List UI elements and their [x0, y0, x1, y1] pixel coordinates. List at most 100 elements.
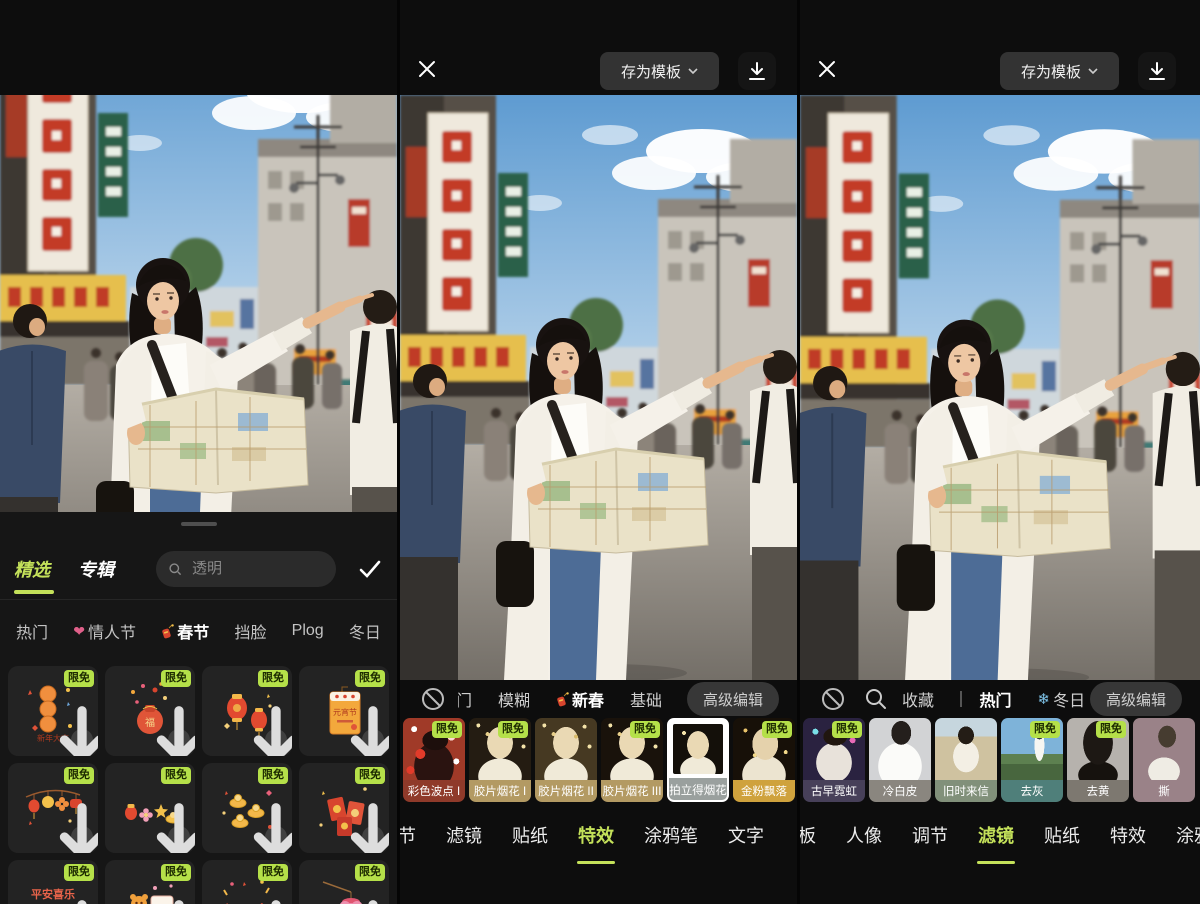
free-badge: 限免 — [355, 767, 385, 784]
sticker-item[interactable]: 限免 — [8, 763, 98, 853]
advanced-edit-button[interactable]: 高级编辑 — [1090, 682, 1182, 716]
download-icon[interactable] — [71, 826, 93, 848]
sticker-item[interactable]: 新年大吉 限免 — [8, 666, 98, 756]
sticker-item[interactable]: 限免 — [202, 666, 292, 756]
save-template-button[interactable]: 存为模板 — [600, 52, 719, 90]
sticker-search-box[interactable] — [156, 551, 336, 587]
sticker-cat-hot[interactable]: 热门 — [16, 619, 48, 643]
effect-thumb[interactable]: 胶片烟花 III限免 — [601, 718, 663, 802]
free-badge: 限免 — [762, 721, 792, 738]
photo-canvas[interactable] — [400, 95, 797, 680]
effect-thumbnails: 彩色波点 I限免 胶片烟花 I限免 胶片烟花 II 胶片烟花 III限免 拍立得… — [400, 718, 797, 804]
sticker-item[interactable]: 限免 — [202, 763, 292, 853]
sticker-cat-spring-festival[interactable]: 春节 — [161, 619, 209, 643]
download-icon[interactable] — [362, 729, 384, 751]
effect-thumb[interactable]: 彩色波点 I限免 — [403, 718, 465, 802]
free-badge: 限免 — [161, 670, 191, 687]
sticker-editor-panel: 精选 专辑 热门 ❤情人节 — [0, 0, 397, 904]
download-icon[interactable] — [168, 729, 190, 751]
effect-cat-newspring[interactable]: 新春 — [556, 687, 604, 711]
bottom-toolbar: 模板 人像 调节 滤镜 贴纸 特效 涂鸦笔 — [800, 818, 1200, 868]
filter-thumb[interactable]: 旧时来信 — [935, 718, 997, 802]
sticker-cat-winter[interactable]: 冬日 — [349, 619, 381, 643]
tab-doodle[interactable]: 涂鸦笔 — [644, 818, 698, 868]
effect-cat-hot[interactable]: 热门 — [458, 687, 472, 711]
tab-effects[interactable]: 特效 — [1110, 818, 1146, 868]
download-icon[interactable] — [265, 729, 287, 751]
effect-thumb[interactable]: 胶片烟花 I限免 — [469, 718, 531, 802]
tab-album-label: 专辑 — [78, 560, 114, 580]
effect-cat-blur[interactable]: 模糊 — [498, 687, 530, 711]
heart-icon: ❤ — [73, 623, 85, 640]
sticker-item[interactable]: 限免 — [299, 860, 389, 904]
tab-text[interactable]: 文字 — [728, 818, 764, 868]
tab-featured[interactable]: 精选 — [14, 556, 50, 582]
filter-thumb[interactable]: 冷白皮 — [869, 718, 931, 802]
export-download-icon[interactable] — [738, 52, 776, 90]
sticker-sheet-header: 精选 专辑 — [0, 538, 397, 600]
sticker-item[interactable]: 闹元宵 限免 — [202, 860, 292, 904]
sticker-cat-face-cover[interactable]: 挡脸 — [234, 619, 266, 643]
advanced-edit-button[interactable]: 高级编辑 — [687, 682, 779, 716]
filter-thumb[interactable]: 去灰限免 — [1001, 718, 1063, 802]
tab-doodle[interactable]: 涂鸦笔 — [1176, 818, 1200, 868]
snowflake-icon: ❄ — [1038, 690, 1051, 708]
tab-filter[interactable]: 滤镜 — [978, 818, 1014, 868]
sticker-item[interactable]: 平安喜乐 限免 — [8, 860, 98, 904]
no-effect-icon[interactable] — [420, 686, 446, 712]
sticker-item[interactable]: 限免 — [105, 763, 195, 853]
free-badge: 限免 — [432, 721, 462, 738]
no-filter-icon[interactable] — [820, 686, 846, 712]
category-divider — [960, 691, 962, 707]
filter-cat-favorites[interactable]: 收藏 — [902, 687, 934, 711]
free-badge: 限免 — [64, 670, 94, 687]
download-icon[interactable] — [265, 826, 287, 848]
tab-sticker[interactable]: 贴纸 — [512, 818, 548, 868]
effect-categories: 热门 模糊 新春 基础 光 高级编辑 — [400, 680, 797, 718]
sticker-item[interactable]: 新年好运 限免 — [105, 860, 195, 904]
close-icon[interactable] — [416, 58, 440, 82]
topbar: 存为模板 — [800, 0, 1200, 95]
close-icon[interactable] — [816, 58, 840, 82]
effect-thumb[interactable]: 金粉飘落限免 — [733, 718, 795, 802]
sticker-cat-valentine[interactable]: ❤情人节 — [73, 619, 136, 643]
confirm-check-icon[interactable] — [357, 556, 383, 582]
filter-cat-hot[interactable]: 热门 — [980, 687, 1012, 711]
tab-filter[interactable]: 滤镜 — [446, 818, 482, 868]
search-icon — [168, 561, 182, 577]
effect-thumb-selected[interactable]: 拍立得烟花 — [667, 718, 729, 802]
sticker-item[interactable]: 元宵节 限免 — [299, 666, 389, 756]
sticker-item[interactable]: 福 限免 — [105, 666, 195, 756]
tab-effects[interactable]: 特效 — [578, 818, 614, 868]
tab-sticker[interactable]: 贴纸 — [1044, 818, 1080, 868]
download-icon[interactable] — [168, 826, 190, 848]
tab-adjust[interactable]: 调节 — [912, 818, 948, 868]
firecracker-icon — [161, 624, 174, 639]
filter-thumb[interactable]: 撕 — [1133, 718, 1195, 802]
sticker-item[interactable]: 限免 — [299, 763, 389, 853]
sticker-sheet: 精选 专辑 热门 ❤情人节 — [0, 512, 397, 904]
photo-canvas[interactable] — [800, 95, 1200, 680]
photo-canvas[interactable] — [0, 95, 397, 512]
effect-thumb[interactable]: 胶片烟花 II — [535, 718, 597, 802]
tab-adjust[interactable]: 调节 — [400, 818, 416, 868]
download-icon[interactable] — [362, 826, 384, 848]
save-template-button[interactable]: 存为模板 — [1000, 52, 1119, 90]
filter-thumb[interactable]: 去黄限免 — [1067, 718, 1129, 802]
sticker-cat-plog[interactable]: Plog — [292, 622, 324, 640]
sheet-drag-handle[interactable] — [181, 522, 217, 526]
chevron-down-icon — [1088, 68, 1098, 75]
tab-template[interactable]: 模板 — [800, 818, 816, 868]
tab-album[interactable]: 专辑 — [78, 556, 114, 582]
download-icon[interactable] — [71, 729, 93, 751]
export-download-icon[interactable] — [1138, 52, 1176, 90]
filter-thumbnails: 古早霓虹限免 冷白皮 旧时来信 去灰限免 去黄限免 撕 — [800, 718, 1200, 804]
effect-cat-basic[interactable]: 基础 — [630, 687, 662, 711]
tab-portrait[interactable]: 人像 — [846, 818, 882, 868]
free-badge: 限免 — [161, 767, 191, 784]
filter-thumb[interactable]: 古早霓虹限免 — [803, 718, 865, 802]
filter-search-icon[interactable] — [864, 687, 888, 711]
filter-cat-winter[interactable]: ❄冬日 — [1038, 687, 1086, 711]
free-badge: 限免 — [355, 670, 385, 687]
search-input[interactable] — [190, 559, 324, 578]
